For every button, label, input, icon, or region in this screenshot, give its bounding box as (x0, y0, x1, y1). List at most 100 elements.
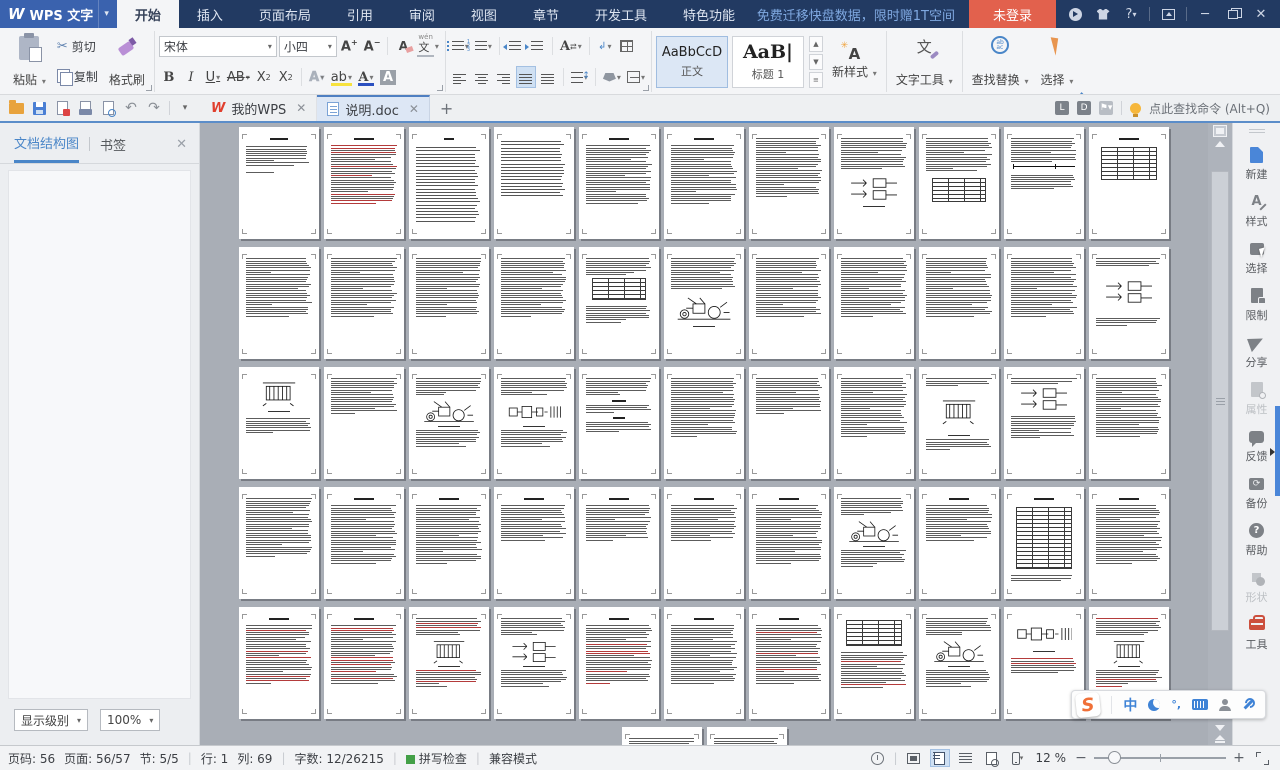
history-version-button[interactable] (867, 749, 887, 767)
font-dialog-launcher[interactable] (436, 85, 443, 91)
doc-tab-close-icon[interactable]: ✕ (296, 101, 306, 115)
doc-tab-1[interactable]: W 我的WPS ✕ (201, 95, 318, 121)
page-thumbnail-2[interactable] (324, 127, 404, 239)
page-thumbnail-1[interactable] (239, 127, 319, 239)
page-thumbnail-17[interactable] (664, 247, 744, 359)
page-thumbnail-23[interactable] (239, 367, 319, 479)
line-spacing-button[interactable]: ▾ (569, 66, 590, 88)
page-thumbnail-8[interactable] (834, 127, 914, 239)
page-thumbnail-31[interactable] (919, 367, 999, 479)
ime-keyboard-icon[interactable] (1192, 699, 1208, 710)
redo-button[interactable]: ↷ (146, 100, 162, 116)
page-thumbnail-10[interactable] (1004, 127, 1084, 239)
ribbon-tab-7[interactable]: 章节 (515, 0, 577, 28)
outline-view-button[interactable] (956, 749, 976, 767)
align-right-button[interactable] (494, 66, 514, 88)
login-button[interactable]: 未登录 (968, 0, 1056, 28)
export-pdf-button[interactable] (54, 100, 70, 116)
page-thumbnail-22[interactable] (1089, 247, 1169, 359)
font-size-select[interactable]: 小四 ▾ (278, 35, 337, 57)
style-normal[interactable]: AaBbCcD 正文 (655, 35, 728, 88)
clear-format-button[interactable]: A (393, 35, 413, 57)
align-left-button[interactable] (450, 66, 470, 88)
page-thumbnail-45[interactable] (239, 607, 319, 719)
fit-page-button[interactable] (1252, 749, 1272, 767)
bold-button[interactable]: B (159, 66, 179, 88)
page-thumbnail-4[interactable] (494, 127, 574, 239)
page-thumbnail-57[interactable] (706, 727, 787, 745)
page-thumbnail-30[interactable] (834, 367, 914, 479)
page-thumbnail-21[interactable] (1004, 247, 1084, 359)
align-center-button[interactable] (472, 66, 492, 88)
panel-item-backup[interactable]: ⟳ 备份 (1246, 475, 1268, 511)
increase-indent-button[interactable] (524, 35, 547, 57)
format-painter-button[interactable]: 格式刷 (104, 32, 150, 91)
task-pane-expand-icon[interactable] (1270, 448, 1275, 456)
page-thumbnail-9[interactable] (919, 127, 999, 239)
page-thumbnail-42[interactable] (919, 487, 999, 599)
superscript-button[interactable]: X2 (254, 66, 274, 88)
qat-customize-dropdown[interactable]: ▾ (177, 100, 193, 116)
style-heading1[interactable]: AaB| 标题 1 (731, 35, 804, 88)
doc-tab-close-icon[interactable]: ✕ (409, 102, 419, 116)
page-thumbnail-25[interactable] (409, 367, 489, 479)
page-thumbnail-26[interactable] (494, 367, 574, 479)
page-thumbnail-11[interactable] (1089, 127, 1169, 239)
page-thumbnail-29[interactable] (749, 367, 829, 479)
ime-account-icon[interactable] (1219, 698, 1231, 711)
restore-button[interactable] (1220, 3, 1246, 25)
display-level-select[interactable]: 显示级别 ▾ (14, 709, 89, 731)
close-button[interactable]: ✕ (1248, 3, 1274, 25)
minimize-button[interactable]: ─ (1192, 3, 1218, 25)
mini-icon-pen[interactable]: D (1077, 101, 1092, 115)
help-button[interactable]: ? ▾ (1118, 3, 1144, 25)
doc-tab-2[interactable]: 说明.doc ✕ (317, 95, 430, 121)
page-thumbnail-35[interactable] (324, 487, 404, 599)
tab-bookmarks[interactable]: 书签 (100, 135, 126, 162)
mobile-view-button[interactable]: ▾ (1008, 749, 1028, 767)
collapse-ribbon-button[interactable] (1155, 3, 1181, 25)
zoom-in-button[interactable]: + (1232, 750, 1246, 766)
page-thumbnail-34[interactable] (239, 487, 319, 599)
page-thumbnail-38[interactable] (579, 487, 659, 599)
save-button[interactable] (31, 100, 47, 116)
promo-banner[interactable]: 免费迁移快盘数据，限时赠1T空间 (753, 0, 969, 28)
zoom-percentage[interactable]: 12 % (1036, 751, 1067, 765)
page-thumbnail-19[interactable] (834, 247, 914, 359)
zoom-out-button[interactable]: − (1074, 750, 1088, 766)
char-shading-button[interactable]: A (378, 66, 398, 88)
page-thumbnail-46[interactable] (324, 607, 404, 719)
underline-button[interactable]: U ▾ (203, 66, 223, 88)
cut-button[interactable]: ✂ 剪切 (53, 36, 102, 57)
clipboard-dialog-launcher[interactable] (145, 85, 152, 91)
page-thumbnail-50[interactable] (664, 607, 744, 719)
ribbon-tab-1[interactable]: 开始 (116, 0, 179, 28)
open-button[interactable] (8, 99, 24, 116)
text-tool-button[interactable]: 文 文字工具 ▾ (891, 32, 958, 91)
scrollbar-track[interactable] (1211, 151, 1229, 721)
panel-item-style[interactable]: A 样式 (1246, 193, 1268, 229)
page-thumbnail-18[interactable] (749, 247, 829, 359)
ribbon-tab-8[interactable]: 开发工具 (577, 0, 665, 28)
select-browse-object-icon[interactable] (1213, 125, 1227, 137)
sogou-ime-logo[interactable]: S (1075, 691, 1102, 718)
page-thumbnail-7[interactable] (749, 127, 829, 239)
scroll-up-button[interactable] (1215, 141, 1225, 147)
paragraph-dialog-launcher[interactable] (642, 85, 649, 91)
page-thumbnail-52[interactable] (834, 607, 914, 719)
status-spellcheck[interactable]: 拼写检查 (405, 750, 467, 767)
ribbon-tab-6[interactable]: 视图 (453, 0, 515, 28)
print-preview-button[interactable] (100, 100, 116, 117)
highlight-button[interactable]: ab ▾ (329, 66, 354, 88)
page-thumbnail-27[interactable] (579, 367, 659, 479)
status-page-count[interactable]: 页面: 56/57 (64, 750, 130, 767)
logo-dropdown-icon[interactable]: ▾ (98, 0, 109, 28)
document-map-panel[interactable] (8, 170, 191, 699)
map-zoom-select[interactable]: 100% ▾ (100, 709, 161, 731)
panel-item-restrict[interactable]: 限制 (1246, 287, 1268, 323)
shading-button[interactable]: ▾ (601, 66, 623, 88)
pinyin-guide-button[interactable]: wén 文 ▾ (415, 34, 440, 57)
web-view-button[interactable] (982, 749, 1002, 767)
page-thumbnail-53[interactable] (919, 607, 999, 719)
page-thumbnail-32[interactable] (1004, 367, 1084, 479)
